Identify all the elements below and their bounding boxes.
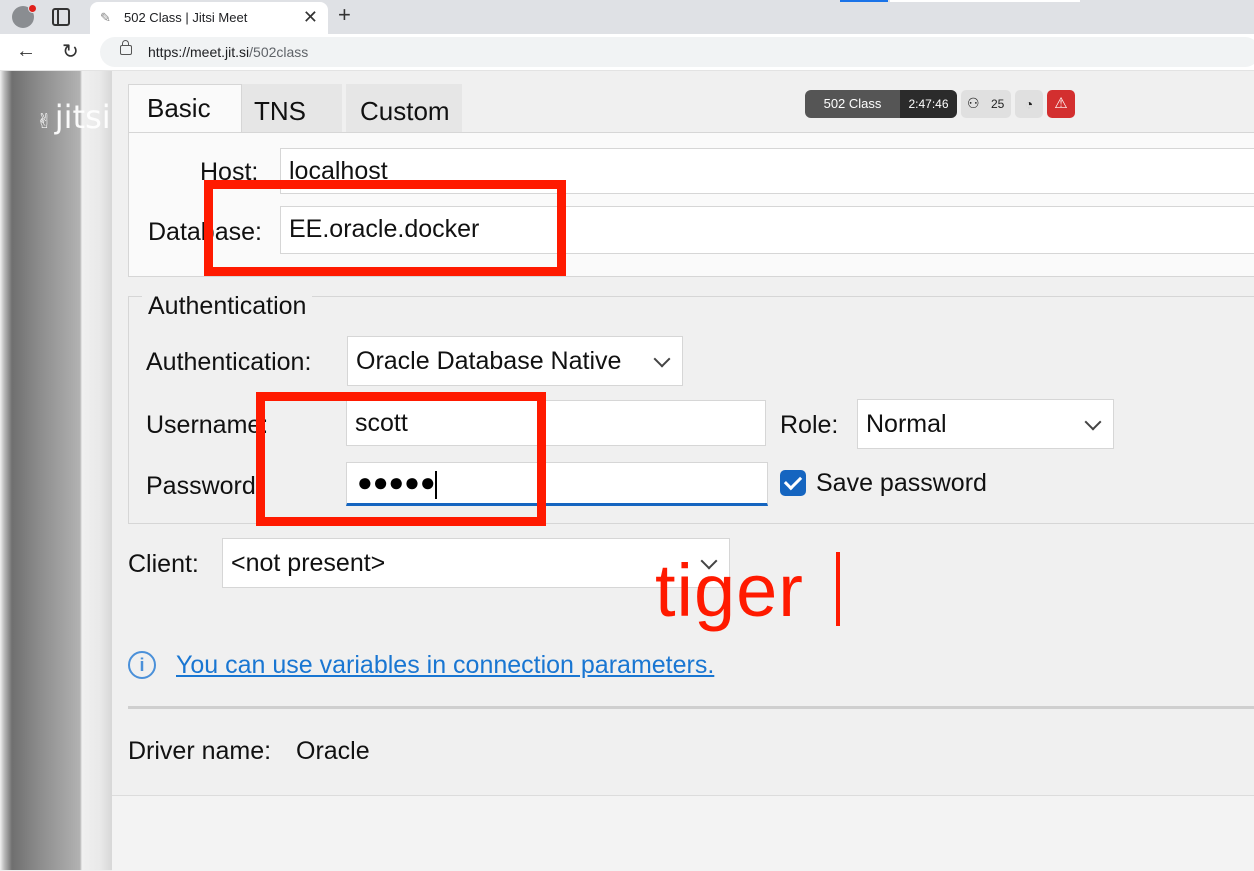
role-value: Normal [866,410,947,438]
address-bar-row: ← ↻ https://meet.jit.si/502class [0,34,1254,71]
meeting-info-pill: 502 Class 2:47:46 [805,90,957,118]
url-path: /502class [249,44,309,60]
tab-basic[interactable]: Basic [128,84,242,132]
driver-name-label: Driver name: [128,737,272,765]
jitsi-logo-text: jitsi [54,98,111,136]
window-accent-light [890,0,1080,2]
close-tab-icon[interactable]: ✕ [303,7,318,28]
tab-tns[interactable]: TNS [242,84,342,132]
handwritten-annotation: tiger [655,549,804,632]
meeting-name: 502 Class [805,90,900,118]
participants-icon: ⚇ [967,95,980,111]
database-highlight-box [204,180,566,276]
warning-icon[interactable]: ⚠ [1047,90,1075,118]
jitsi-logo: ✌jitsi [36,98,111,136]
client-value: <not present> [231,549,386,577]
authentication-group-title: Authentication [142,292,313,321]
video-sidebar [0,71,112,870]
credentials-highlight-box [256,392,546,526]
meeting-timer: 2:47:46 [900,90,957,118]
tab-actions-icon[interactable] [52,8,70,26]
url-host: https://meet.jit.si [148,44,250,60]
chevron-down-icon [653,350,671,368]
info-icon: i [128,651,156,679]
password-label: Password: [146,472,263,500]
profile-avatar[interactable] [12,4,37,28]
role-select[interactable]: Normal [857,399,1114,449]
save-password-checkbox[interactable] [780,470,806,496]
variables-help-link[interactable]: You can use variables in connection para… [176,651,714,680]
dialog-footer [112,795,1254,871]
jitsi-hand-icon: ✌ [36,109,53,133]
role-label: Role: [780,411,839,439]
tab-title: 502 Class | Jitsi Meet [124,10,248,25]
annotation-caret [836,552,840,626]
driver-name-value: Oracle [296,737,370,765]
browser-tab[interactable]: ✎ 502 Class | Jitsi Meet ✕ [90,2,328,34]
client-select[interactable]: <not present> [222,538,730,588]
participants-count: 25 [991,97,1005,111]
url-field[interactable]: https://meet.jit.si/502class [100,37,1254,67]
chevron-down-icon [1084,413,1102,431]
client-label: Client: [128,550,199,578]
tab-custom[interactable]: Custom [346,84,462,132]
back-button[interactable]: ← [16,40,36,63]
url-text: https://meet.jit.si/502class [148,44,308,60]
jitsi-favicon-icon: ✎ [100,10,111,25]
window-accent [840,0,888,2]
browser-tabstrip: ✎ 502 Class | Jitsi Meet ✕ + [0,0,1254,34]
new-tab-button[interactable]: + [338,2,351,28]
username-label: Username: [146,411,269,439]
authentication-select[interactable]: Oracle Database Native [347,336,683,386]
save-password-label[interactable]: Save password [816,469,987,498]
performance-gauge-icon[interactable]: ◔ [1015,90,1043,118]
authentication-label: Authentication: [146,348,312,376]
separator [128,706,1254,709]
participants-button[interactable]: ⚇ 25 [961,90,1011,118]
authentication-value: Oracle Database Native [356,347,622,375]
reload-button[interactable]: ↻ [62,39,79,64]
lock-icon[interactable] [120,40,132,55]
